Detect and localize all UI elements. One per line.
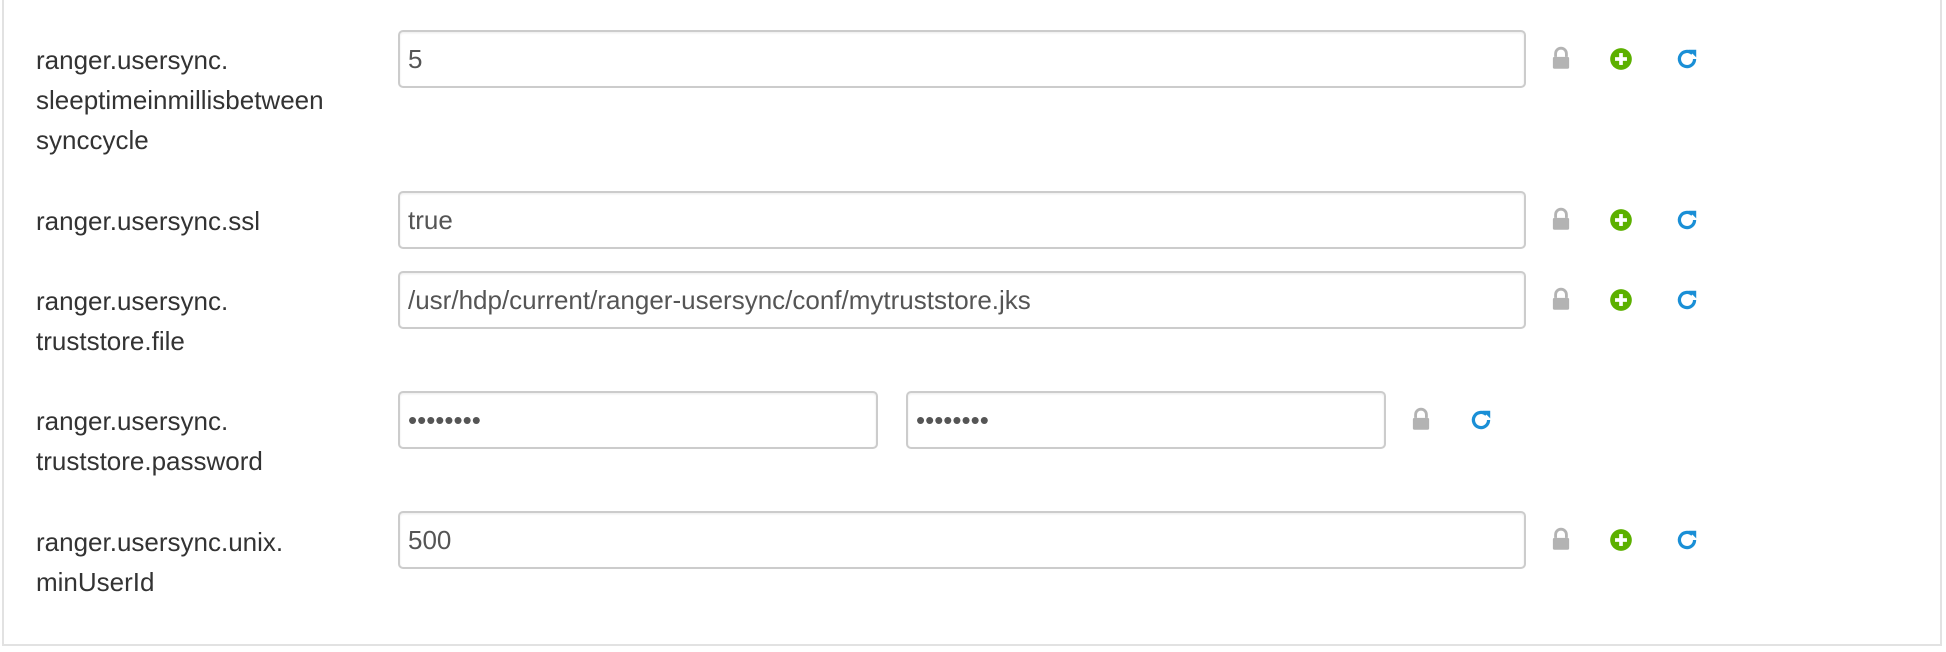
lock-icon[interactable] (1548, 207, 1574, 233)
property-value-input[interactable] (398, 511, 1526, 569)
property-name: ranger.usersync. truststore.file (36, 286, 229, 356)
password-confirm-input[interactable] (906, 391, 1386, 449)
lock-icon[interactable] (1548, 287, 1574, 313)
refresh-icon[interactable] (1674, 46, 1700, 72)
config-panel: ranger.usersync. sleeptimeinmillisbetwee… (2, 0, 1942, 646)
password-input[interactable] (398, 391, 878, 449)
property-value-input[interactable] (398, 30, 1526, 88)
plus-circle-icon[interactable] (1608, 207, 1634, 233)
property-name: ranger.usersync. sleeptimeinmillisbetwee… (36, 45, 324, 155)
plus-circle-icon[interactable] (1608, 527, 1634, 553)
refresh-icon[interactable] (1674, 207, 1700, 233)
lock-icon[interactable] (1548, 527, 1574, 553)
lock-icon[interactable] (1548, 46, 1574, 72)
plus-circle-icon[interactable] (1608, 46, 1634, 72)
refresh-icon[interactable] (1674, 287, 1700, 313)
property-value-input[interactable] (398, 191, 1526, 249)
property-name: ranger.usersync.ssl (36, 206, 260, 236)
plus-circle-icon[interactable] (1608, 287, 1634, 313)
property-name: ranger.usersync.unix. minUserId (36, 527, 284, 597)
lock-icon[interactable] (1408, 407, 1434, 433)
refresh-icon[interactable] (1674, 527, 1700, 553)
property-name: ranger.usersync. truststore.password (36, 406, 263, 476)
property-value-input[interactable] (398, 271, 1526, 329)
refresh-icon[interactable] (1468, 407, 1494, 433)
